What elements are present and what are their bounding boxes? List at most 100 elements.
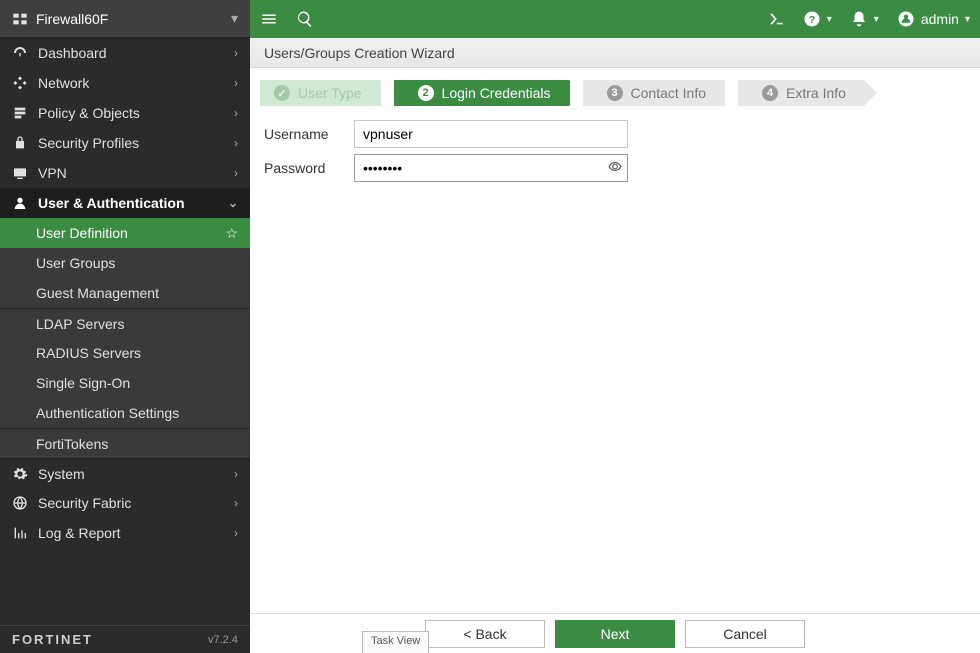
user-label: admin [921,11,959,27]
sidebar-item-label: RADIUS Servers [36,345,141,361]
caret-down-icon: ▾ [965,14,970,25]
caret-down-icon: ▾ [231,10,238,27]
caret-down-icon: ▾ [874,14,879,25]
sidebar-item-label: LDAP Servers [36,316,124,332]
next-button[interactable]: Next [555,620,675,648]
wizard-step-user-type[interactable]: ✓ User Type [260,80,380,106]
chart-icon [12,525,28,541]
sidebar-item-label: Single Sign-On [36,375,130,391]
sidebar-item-label: Dashboard [38,45,107,61]
sidebar-item-label: VPN [38,165,67,181]
wizard-step-contact-info[interactable]: 3 Contact Info [583,80,725,106]
device-name: Firewall60F [36,11,108,27]
page-title-bar: Users/Groups Creation Wizard [250,38,980,68]
sidebar-item-user-auth[interactable]: User & Authentication ⌄ [0,188,250,218]
favorite-icon[interactable]: ☆ [225,225,238,242]
sidebar-item-vpn[interactable]: VPN › [0,158,250,188]
dashboard-icon [12,45,28,61]
sidebar-item-label: User Definition [36,225,128,241]
chevron-right-icon: › [234,136,238,150]
sidebar-item-guest-management[interactable]: Guest Management [0,278,250,308]
wizard-step-extra-info[interactable]: 4 Extra Info [738,80,864,106]
sidebar-item-label: Log & Report [38,525,121,541]
username-input[interactable] [354,120,628,148]
sidebar-item-radius-servers[interactable]: RADIUS Servers [0,338,250,368]
wizard-steps: ✓ User Type 2 Login Credentials 3 Contac… [260,80,970,106]
wizard-step-label: User Type [298,85,362,101]
topbar: ?▾ ▾ admin▾ [250,0,980,38]
step-number: 3 [607,85,623,101]
gear-icon [12,466,28,482]
back-button[interactable]: < Back [425,620,545,648]
wizard-step-label: Extra Info [786,85,846,101]
sidebar-item-label: System [38,466,85,482]
sidebar-item-log-report[interactable]: Log & Report › [0,518,250,548]
sidebar-item-label: Authentication Settings [36,405,179,421]
sidebar-item-ldap-servers[interactable]: LDAP Servers [0,308,250,338]
menu-toggle-button[interactable] [260,10,278,28]
policy-icon [12,105,28,121]
sidebar-item-fortitokens[interactable]: FortiTokens [0,428,250,458]
username-label: Username [264,126,354,142]
step-number: 2 [418,85,434,101]
user-menu[interactable]: admin ▾ [897,10,970,28]
chevron-right-icon: › [234,46,238,60]
sidebar-item-security-profiles[interactable]: Security Profiles › [0,128,250,158]
wizard-footer: Task View < Back Next Cancel [250,613,980,653]
sidebar-item-policy[interactable]: Policy & Objects › [0,98,250,128]
sidebar-item-label: User Groups [36,255,115,271]
task-view-tab[interactable]: Task View [362,631,429,653]
notifications-button[interactable]: ▾ [850,10,879,28]
lock-icon [12,135,28,151]
caret-down-icon: ▾ [827,14,832,25]
check-icon: ✓ [274,85,290,101]
chevron-right-icon: › [234,76,238,90]
svg-text:?: ? [809,14,815,26]
sidebar-nav: Dashboard › Network › Policy & Objects ›… [0,38,250,625]
chevron-right-icon: › [234,496,238,510]
sidebar-item-label: Policy & Objects [38,105,140,121]
sidebar-item-label: FortiTokens [36,436,108,452]
user-icon [12,195,28,211]
sidebar-item-label: Network [38,75,89,91]
sidebar-item-label: User & Authentication [38,195,185,211]
network-icon [12,75,28,91]
sidebar-footer: FORTINET v7.2.4 [0,625,250,653]
wizard: ✓ User Type 2 Login Credentials 3 Contac… [250,68,980,202]
sidebar-item-label: Security Profiles [38,135,139,151]
chevron-right-icon: › [234,526,238,540]
sidebar-item-label: Security Fabric [38,495,131,511]
sidebar-item-user-groups[interactable]: User Groups [0,248,250,278]
device-icon [12,11,28,27]
step-number: 4 [762,85,778,101]
chevron-right-icon: › [234,106,238,120]
fabric-icon [12,495,28,511]
login-credentials-form: Username Password [260,106,970,202]
device-selector[interactable]: Firewall60F ▾ [0,0,250,38]
chevron-right-icon: › [234,467,238,481]
sidebar-item-label: Guest Management [36,285,159,301]
page-title: Users/Groups Creation Wizard [264,45,455,61]
firmware-version: v7.2.4 [208,634,238,646]
cancel-button[interactable]: Cancel [685,620,805,648]
chevron-down-icon: ⌄ [228,196,238,210]
sidebar: Firewall60F ▾ Dashboard › Network › Poli… [0,0,250,653]
sidebar-item-single-signon[interactable]: Single Sign-On [0,368,250,398]
sidebar-item-user-definition[interactable]: User Definition ☆ [0,218,250,248]
sidebar-item-dashboard[interactable]: Dashboard › [0,38,250,68]
cli-button[interactable] [767,10,785,28]
wizard-step-label: Login Credentials [442,85,551,101]
vendor-logo: FORTINET [12,632,93,647]
search-button[interactable] [296,10,314,28]
sidebar-item-network[interactable]: Network › [0,68,250,98]
sidebar-item-security-fabric[interactable]: Security Fabric › [0,488,250,518]
wizard-step-login-credentials[interactable]: 2 Login Credentials [394,80,569,106]
sidebar-item-system[interactable]: System › [0,458,250,488]
sidebar-item-auth-settings[interactable]: Authentication Settings [0,398,250,428]
vpn-icon [12,165,28,181]
toggle-password-visibility-icon[interactable] [608,160,622,177]
chevron-right-icon: › [234,166,238,180]
password-input[interactable] [354,154,628,182]
main-area: ?▾ ▾ admin▾ Users/Groups Creation Wizard… [250,0,980,653]
help-button[interactable]: ?▾ [803,10,832,28]
